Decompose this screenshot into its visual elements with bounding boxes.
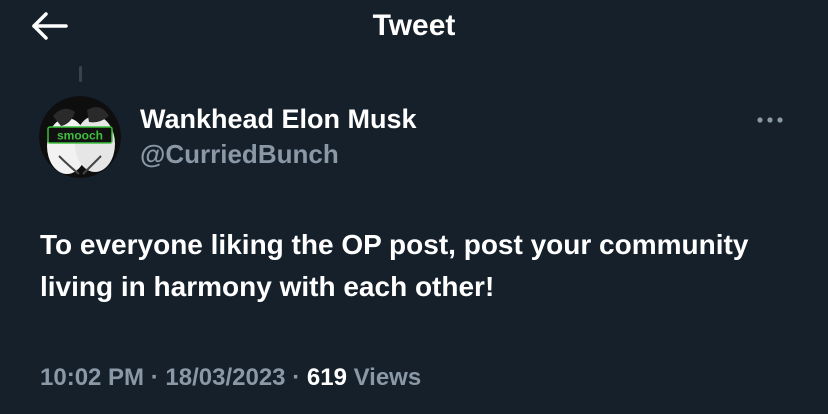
more-options-button[interactable] <box>752 108 788 132</box>
tweet-text: To everyone liking the OP post, post you… <box>40 229 749 302</box>
tweet-detail-page: Tweet smooch Wankhead Elon Musk @Curried… <box>0 0 828 414</box>
tweet-time[interactable]: 10:02 PM <box>40 364 144 391</box>
thread-connector-line <box>79 66 82 82</box>
meta-separator: · <box>150 364 159 391</box>
author-display-name[interactable]: Wankhead Elon Musk <box>140 102 417 136</box>
meta-separator: · <box>292 364 301 391</box>
views-count[interactable]: 619 <box>307 364 347 391</box>
top-bar: Tweet <box>0 0 828 56</box>
page-title: Tweet <box>372 9 456 42</box>
views-label: Views <box>353 364 422 391</box>
author-handle[interactable]: @CurriedBunch <box>140 137 339 171</box>
avatar[interactable]: smooch <box>39 96 121 178</box>
tweet-metadata: 10:02 PM · 18/03/2023 · 619 Views <box>40 360 421 396</box>
avatar-label: smooch <box>57 129 103 143</box>
more-horizontal-icon <box>757 117 783 123</box>
avatar-image: smooch <box>39 96 121 178</box>
tweet-date[interactable]: 18/03/2023 <box>165 364 285 391</box>
